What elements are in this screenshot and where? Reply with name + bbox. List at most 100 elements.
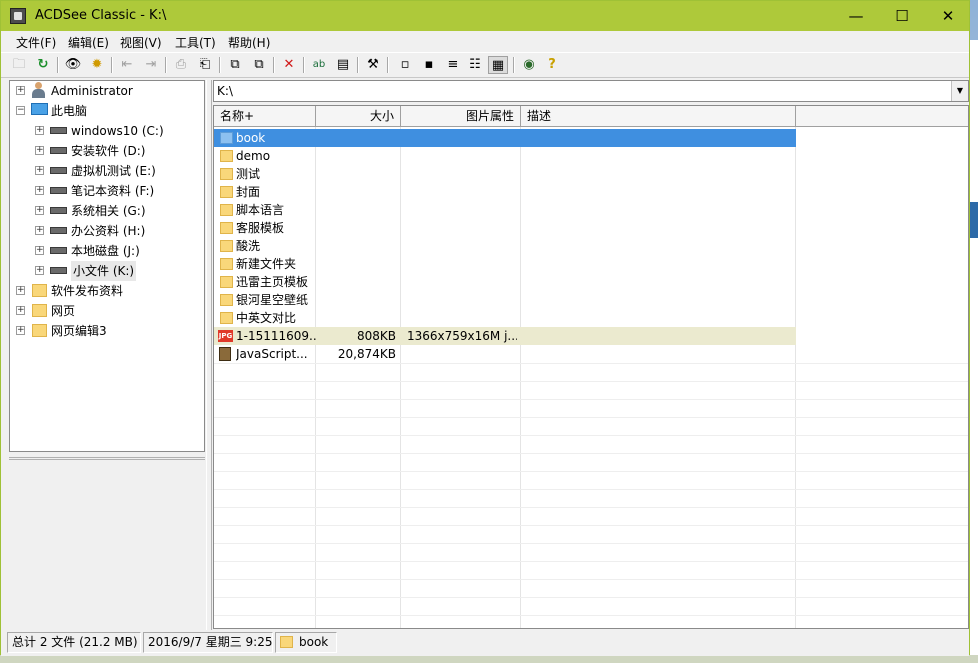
folder-icon — [220, 258, 233, 270]
chevron-down-icon[interactable]: ▼ — [951, 81, 968, 101]
expand-icon[interactable]: + — [35, 226, 44, 235]
list-item[interactable]: 酸洗 — [214, 237, 796, 255]
menu-tools[interactable]: 工具(T) — [175, 34, 216, 51]
tree-item-folder[interactable]: + 网页编辑3 — [10, 321, 204, 341]
thumbnails-icon[interactable]: ▦ — [488, 56, 508, 74]
details-view-icon[interactable]: ☷ — [465, 56, 485, 74]
folder-icon — [32, 324, 47, 337]
tree-item-drive-e[interactable]: + 虚拟机测试 (E:) — [10, 161, 204, 181]
list-item[interactable]: 中英文对比 — [214, 309, 796, 327]
menu-file[interactable]: 文件(F) — [16, 34, 56, 51]
book-file-icon — [219, 347, 231, 361]
find-icon[interactable]: 👁 — [63, 56, 83, 74]
tree-item-drive-k[interactable]: + 小文件 (K:) — [10, 261, 204, 281]
browse-icon[interactable]: 🗀 — [9, 56, 29, 74]
tree-item-folder[interactable]: + 软件发布资料 — [10, 281, 204, 301]
tree-item-label: 软件发布资料 — [51, 284, 124, 298]
acquire-icon[interactable]: ⎗ — [195, 56, 215, 74]
tree-item-folder[interactable]: + 网页 — [10, 301, 204, 321]
rename-icon[interactable]: ab — [309, 56, 329, 74]
list-item[interactable]: 客服模板 — [214, 219, 796, 237]
expand-icon[interactable]: + — [16, 326, 25, 335]
expand-icon[interactable]: + — [35, 166, 44, 175]
list-item[interactable]: 测试 — [214, 165, 796, 183]
toolbar-separator — [273, 57, 275, 73]
list-item[interactable]: 迅雷主页模板 — [214, 273, 796, 291]
item-properties: 1366x759x16M j... — [407, 329, 517, 343]
grid-line — [214, 417, 968, 418]
print-icon[interactable]: ⎙ — [171, 56, 191, 74]
list-item[interactable]: JavaScript... 20,874KB — [214, 345, 796, 363]
status-summary: 总计 2 文件 (21.2 MB) — [7, 632, 141, 653]
tree-item-administrator[interactable]: + Administrator — [10, 81, 204, 101]
jpg-file-icon: JPG — [218, 330, 233, 342]
prev-image-icon[interactable]: ⇤ — [117, 56, 137, 74]
list-item[interactable]: 银河星空壁纸 — [214, 291, 796, 309]
title-bar[interactable]: ACDSee Classic - K:\ — ☐ ✕ — [1, 1, 969, 31]
tree-item-drive-g[interactable]: + 系统相关 (G:) — [10, 201, 204, 221]
expand-icon[interactable]: + — [35, 246, 44, 255]
list-item[interactable]: demo — [214, 147, 796, 165]
column-header-size[interactable]: 大小 — [316, 106, 401, 127]
expand-icon[interactable]: + — [16, 286, 25, 295]
delete-icon[interactable]: ✕ — [279, 56, 299, 74]
close-button[interactable]: ✕ — [925, 1, 971, 31]
next-image-icon[interactable]: ⇥ — [141, 56, 161, 74]
view-icon[interactable]: ◉ — [519, 56, 539, 74]
folder-tree[interactable]: + Administrator − 此电脑 + windows10 (C:) +… — [9, 80, 205, 452]
tree-item-label: 网页编辑3 — [51, 324, 107, 338]
tree-item-drive-c[interactable]: + windows10 (C:) — [10, 121, 204, 141]
menu-help[interactable]: 帮助(H) — [228, 34, 270, 51]
grid-line — [214, 471, 968, 472]
help-icon[interactable]: ? — [542, 56, 562, 74]
tree-item-drive-h[interactable]: + 办公资料 (H:) — [10, 221, 204, 241]
list-item[interactable]: 脚本语言 — [214, 201, 796, 219]
copy-icon[interactable]: ⧉ — [225, 56, 245, 74]
list-item[interactable]: 封面 — [214, 183, 796, 201]
acdsee-app-icon[interactable] — [10, 8, 26, 24]
pane-splitter[interactable] — [206, 80, 212, 630]
list-item[interactable]: JPG 1-15111609... 808KB 1366x759x16M j..… — [214, 327, 796, 345]
refresh-icon[interactable]: ↻ — [33, 56, 53, 74]
paste-icon[interactable]: ⧉ — [249, 56, 269, 74]
tree-item-this-pc[interactable]: − 此电脑 — [10, 101, 204, 121]
toolbar-separator — [111, 57, 113, 73]
minimize-button[interactable]: — — [833, 1, 879, 31]
item-name: 中英文对比 — [236, 311, 297, 325]
slideshow-icon[interactable]: ✹ — [87, 56, 107, 74]
folder-icon — [220, 150, 233, 162]
address-value: K:\ — [217, 84, 233, 98]
address-combo[interactable]: K:\ ▼ — [213, 80, 969, 102]
expand-icon[interactable]: + — [35, 206, 44, 215]
column-header-properties[interactable]: 图片属性 — [401, 106, 521, 127]
expand-icon[interactable]: + — [35, 146, 44, 155]
expand-icon[interactable]: + — [16, 86, 25, 95]
large-icons-icon[interactable]: ▫ — [395, 56, 415, 74]
menu-edit[interactable]: 编辑(E) — [68, 34, 109, 51]
status-bar: 总计 2 文件 (21.2 MB) 2016/9/7 星期三 9:25 book — [1, 630, 969, 656]
drive-icon — [50, 207, 67, 214]
folder-icon — [220, 240, 233, 252]
menu-view[interactable]: 视图(V) — [120, 34, 162, 51]
list-item[interactable]: 新建文件夹 — [214, 255, 796, 273]
maximize-button[interactable]: ☐ — [879, 1, 925, 31]
properties-icon[interactable]: ▤ — [333, 56, 353, 74]
folder-icon — [280, 636, 293, 648]
expand-icon[interactable]: + — [35, 126, 44, 135]
grid-line — [214, 615, 968, 616]
column-header-description[interactable]: 描述 — [521, 106, 796, 127]
column-header-name[interactable]: 名称+ — [214, 106, 316, 127]
expand-icon[interactable]: + — [35, 186, 44, 195]
expand-icon[interactable]: + — [35, 266, 44, 275]
tree-item-drive-f[interactable]: + 笔记本资料 (F:) — [10, 181, 204, 201]
expand-icon[interactable]: + — [16, 306, 25, 315]
collapse-icon[interactable]: − — [16, 106, 25, 115]
list-item[interactable]: book — [214, 129, 796, 147]
tree-item-drive-d[interactable]: + 安装软件 (D:) — [10, 141, 204, 161]
tree-item-drive-j[interactable]: + 本地磁盘 (J:) — [10, 241, 204, 261]
grid-line — [214, 507, 968, 508]
small-icons-icon[interactable]: ▪ — [419, 56, 439, 74]
list-view-icon[interactable]: ≡ — [443, 56, 463, 74]
tools-icon[interactable]: ⚒ — [363, 56, 383, 74]
file-list[interactable]: 名称+ 大小 图片属性 描述 book demo 测试 封面 脚本语言 客服模板… — [213, 105, 969, 629]
